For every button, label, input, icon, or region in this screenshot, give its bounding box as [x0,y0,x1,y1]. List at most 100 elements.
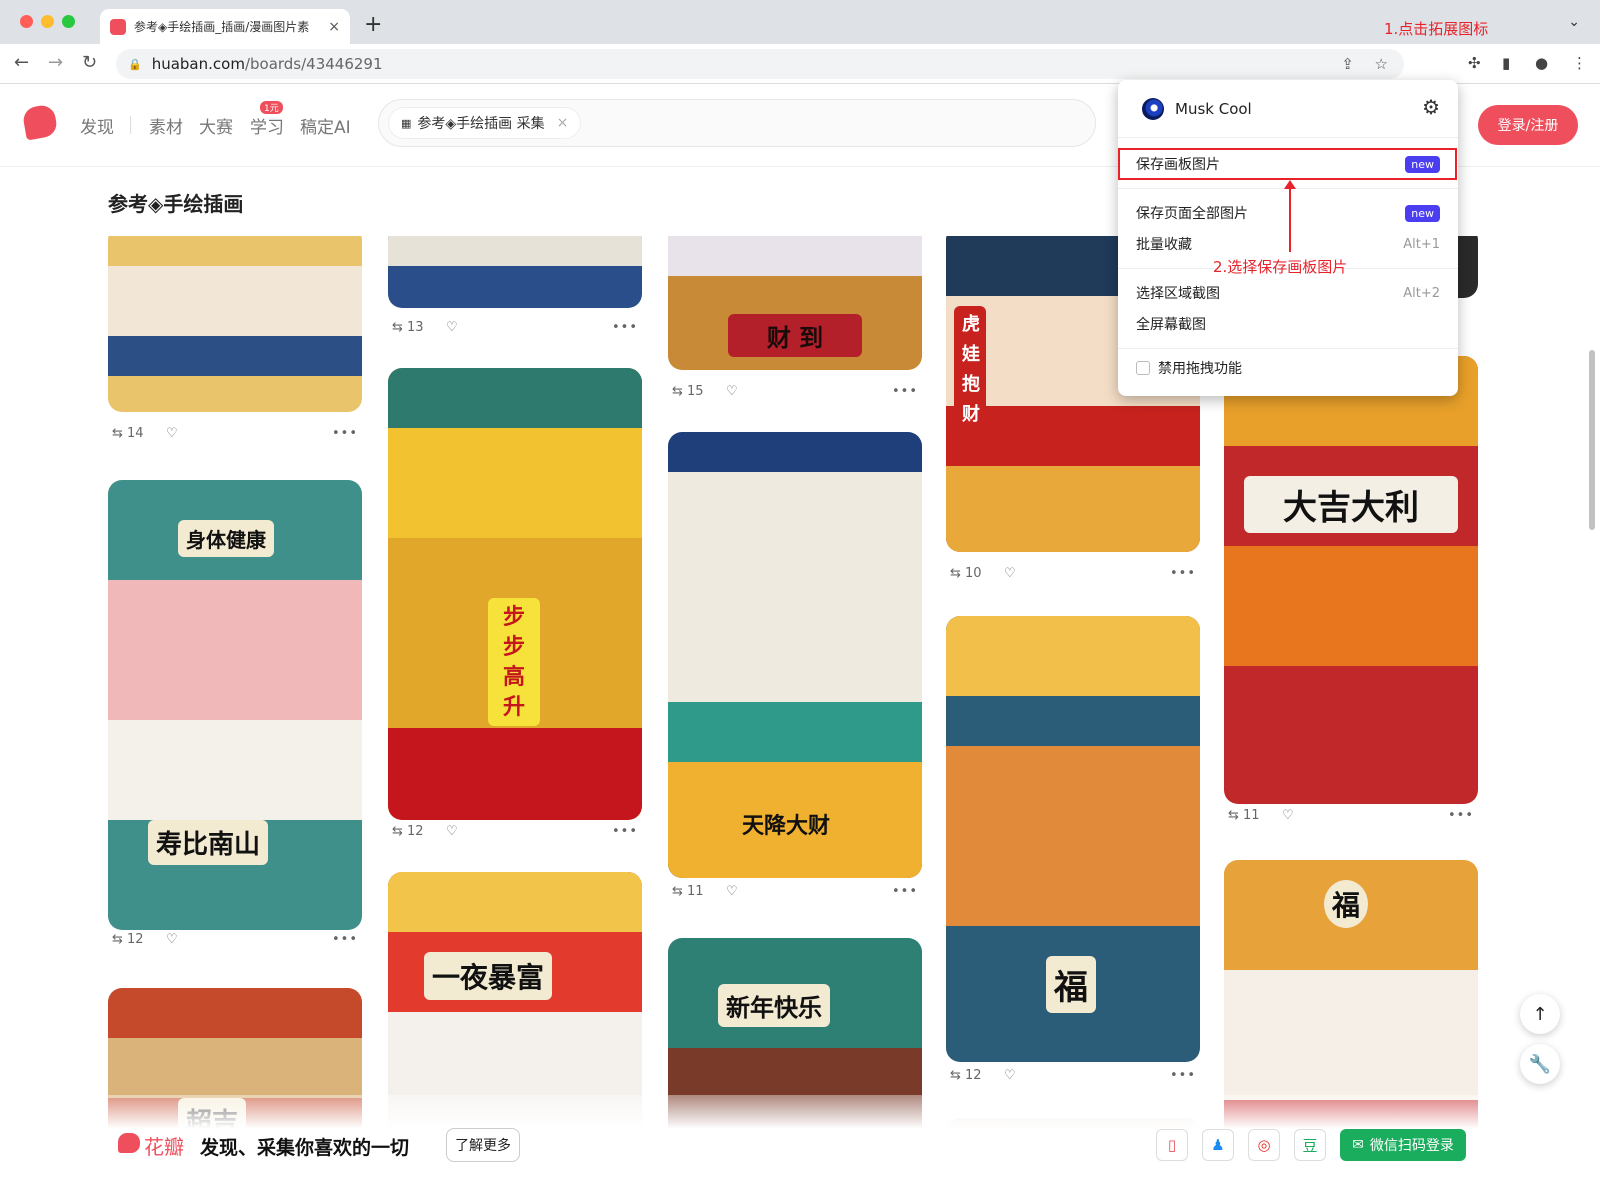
address-bar[interactable]: 🔒 huaban.com/boards/43446291 ⇪ ☆ [116,49,1404,79]
new-tab-button[interactable]: + [364,12,382,37]
search-scope-chip[interactable]: ▦ 参考◈手绘插画 采集 × [389,108,581,138]
page-scrollbar[interactable] [1589,350,1595,530]
nav-divider [130,116,131,134]
tab-search-chevron-icon[interactable]: ⌄ [1568,14,1580,30]
heart-icon[interactable]: ♡ [1004,1068,1016,1083]
repin-count: ⇆ 11 [672,884,704,899]
divider [1118,348,1458,349]
board-title: 参考◈手绘插画 [108,192,244,216]
close-window-button[interactable] [20,15,33,28]
heart-icon[interactable]: ♡ [446,824,458,839]
pin-meta: ⇆ 12 ♡ ••• [946,1068,1200,1086]
share-icon[interactable]: ⇪ [1341,55,1354,73]
heart-icon[interactable]: ♡ [726,884,738,899]
pin-image[interactable]: 天降大财 [668,432,922,878]
huaban-favicon-icon [110,18,126,35]
reload-icon[interactable]: ↻ [82,52,97,73]
nav-gaoding-ai[interactable]: 稿定AI [300,113,351,138]
menu-save-board-images[interactable]: 保存画板图片 new [1136,149,1440,179]
more-icon[interactable]: ••• [1448,808,1474,823]
pin-image[interactable]: 福 [946,616,1200,1062]
new-badge: new [1405,204,1440,222]
board-grid-icon: ▦ [401,116,412,130]
menu-disable-drag[interactable]: 禁用拖拽功能 [1136,353,1440,383]
pin-meta: ⇆ 14 ♡ ••• [108,426,362,444]
new-badge: new [1405,155,1440,173]
pin-caption: 虎娃抱财 [954,306,986,434]
disable-drag-checkbox[interactable] [1136,361,1150,375]
search-input[interactable]: ▦ 参考◈手绘插画 采集 × [378,99,1096,147]
browser-menu-icon[interactable]: ⋮ [1572,54,1587,72]
profile-avatar-icon[interactable]: ● [1535,54,1548,72]
douban-login-icon[interactable]: 豆 [1294,1129,1326,1161]
repin-count: ⇆ 12 [950,1068,982,1083]
musk-cool-logo-icon [1142,98,1164,120]
extensions-puzzle-icon[interactable]: ✣ [1468,54,1481,72]
browser-tab[interactable]: 参考◈手绘插画_插画/漫画图片素 × [100,9,350,44]
nav-learn[interactable]: 学习 [250,113,284,138]
back-arrow-icon[interactable]: ← [14,52,29,73]
tab-title: 参考◈手绘插画_插画/漫画图片素 [134,20,310,34]
huaban-logo[interactable] [21,103,59,141]
pin-image[interactable] [388,236,642,308]
wechat-icon: ✉ [1352,1137,1364,1153]
settings-gear-icon[interactable]: ⚙ [1422,95,1440,119]
menu-fullscreen-screenshot[interactable]: 全屏幕截图 [1136,309,1440,339]
menu-area-screenshot[interactable]: 选择区域截图 Alt+2 [1136,278,1440,308]
heart-icon[interactable]: ♡ [726,384,738,399]
search-chip-label: 参考◈手绘插画 采集 [417,116,545,132]
heart-icon[interactable]: ♡ [166,932,178,947]
phone-login-icon[interactable]: ▯ [1156,1129,1188,1161]
heart-icon[interactable]: ♡ [166,426,178,441]
side-panel-icon[interactable]: ▮ [1502,54,1510,72]
brand-name: 花瓣 [144,1135,184,1159]
pin-image[interactable]: 大吉大利 [1224,356,1478,804]
more-icon[interactable]: ••• [332,426,358,441]
popup-header: Musk Cool ⚙ [1118,80,1458,138]
more-icon[interactable]: ••• [612,320,638,335]
scroll-top-button[interactable]: ↑ [1520,994,1560,1034]
pin-image[interactable] [108,236,362,412]
pin-caption: 寿比南山 [148,820,269,865]
pin-caption: 福 [1324,880,1369,928]
more-icon[interactable]: ••• [1170,1068,1196,1083]
menu-batch-collect[interactable]: 批量收藏 Alt+1 [1136,229,1440,259]
maximize-window-button[interactable] [62,15,75,28]
more-icon[interactable]: ••• [892,884,918,899]
more-icon[interactable]: ••• [332,932,358,947]
huaban-small-logo [118,1133,140,1153]
tools-wrench-button[interactable]: 🔧 [1520,1044,1560,1084]
more-icon[interactable]: ••• [612,824,638,839]
lock-icon: 🔒 [128,57,142,71]
pin-caption: 天降大财 [742,813,831,839]
extension-popup: Musk Cool ⚙ 保存画板图片 new 保存页面全部图片 new 批量收藏… [1118,80,1458,396]
wechat-login-button[interactable]: ✉ 微信扫码登录 [1340,1129,1466,1161]
minimize-window-button[interactable] [41,15,54,28]
forward-arrow-icon[interactable]: → [48,52,63,73]
heart-icon[interactable]: ♡ [1282,808,1294,823]
nav-contests[interactable]: 大赛 [199,113,233,138]
annotation-step-2: 2.选择保存画板图片 [1213,258,1348,276]
tab-close-icon[interactable]: × [328,19,340,35]
more-icon[interactable]: ••• [1170,566,1196,581]
learn-more-button[interactable]: 了解更多 [446,1128,520,1162]
qq-login-icon[interactable]: ♟ [1202,1129,1234,1161]
bookmark-star-icon[interactable]: ☆ [1375,55,1388,73]
pin-caption: 福 [1046,956,1096,1013]
url-host: huaban.com [151,55,245,73]
login-register-button[interactable]: 登录/注册 [1478,105,1578,145]
weibo-login-icon[interactable]: ◎ [1248,1129,1280,1161]
pin-caption: 步步高升 [488,598,540,726]
nav-materials[interactable]: 素材 [149,113,183,138]
nav-discover[interactable]: 发现 [80,113,114,138]
pin-meta: ⇆ 15 ♡ ••• [668,384,922,402]
pin-image[interactable]: 身体健康 寿比南山 [108,480,362,930]
heart-icon[interactable]: ♡ [446,320,458,335]
chip-close-icon[interactable]: × [557,115,569,131]
more-icon[interactable]: ••• [892,384,918,399]
pin-caption: 大吉大利 [1244,476,1458,533]
pin-image[interactable]: 步步高升 [388,368,642,820]
pin-image[interactable]: 财 到 [668,236,922,370]
heart-icon[interactable]: ♡ [1004,566,1016,581]
menu-save-page-images[interactable]: 保存页面全部图片 new [1136,198,1440,228]
